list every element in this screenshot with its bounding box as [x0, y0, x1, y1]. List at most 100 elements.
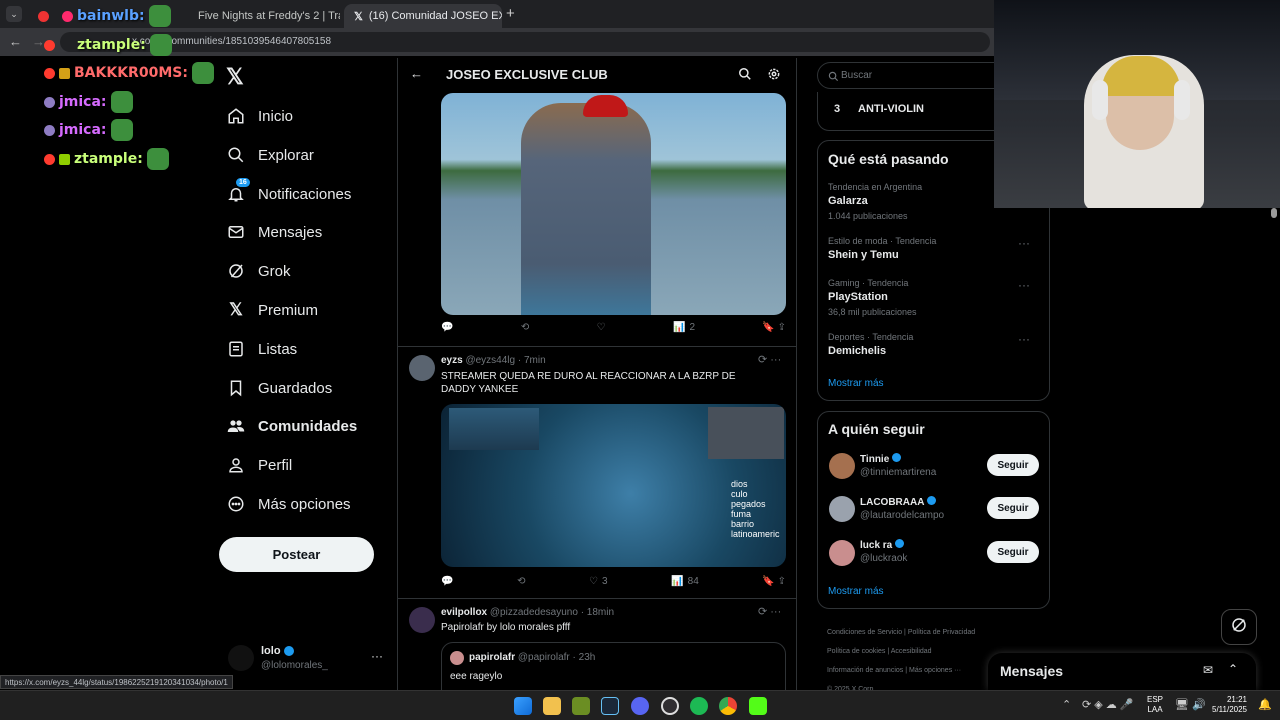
more-icon[interactable]: ···	[371, 649, 383, 663]
fisherman-figure	[521, 103, 651, 315]
nav-guardados[interactable]: Guardados	[226, 373, 332, 403]
verified-icon	[283, 646, 294, 657]
windows-taskbar: ⌃ ⟳ ◈ ☁ 🎤 ESP LAA 🖥 🔊 21:21 5/11/2025 🔔	[0, 690, 1280, 720]
tweet-meta: evilpollox @pizzadedesayuno · 18min	[441, 607, 615, 618]
avatar[interactable]	[829, 540, 855, 566]
follow-button[interactable]: Seguir	[987, 454, 1039, 476]
webcam-inset	[708, 407, 784, 459]
nav-notificaciones[interactable]: 16 Notificaciones	[226, 178, 351, 209]
nav-perfil[interactable]: Perfil	[226, 450, 292, 480]
trend-item[interactable]: Deportes · Tendencia Demichelis ···	[828, 332, 1040, 357]
chat-message: ztample:	[44, 34, 172, 56]
tweet[interactable]: evilpollox @pizzadedesayuno · 18min ⟳ ··…	[398, 599, 796, 690]
notification-icon[interactable]: 🔔	[1258, 698, 1272, 711]
kick-icon[interactable]	[749, 697, 767, 715]
steam-icon[interactable]	[601, 697, 619, 715]
search-icon[interactable]	[738, 67, 752, 86]
nav-explorar[interactable]: Explorar	[226, 140, 314, 170]
chevron-up-icon[interactable]: ⌃	[1062, 698, 1071, 711]
chat-message: jmica:	[44, 119, 133, 141]
chevron-up-icon[interactable]: ⌃	[1228, 662, 1238, 676]
language-indicator[interactable]: ESP LAA	[1147, 695, 1163, 715]
avatar	[228, 645, 254, 671]
post-button[interactable]: Postear	[219, 537, 374, 572]
nav-mensajes[interactable]: Mensajes	[226, 217, 322, 247]
bookmark-icon	[226, 378, 246, 398]
bookmark-icon[interactable]: 🔖 ⇪	[762, 322, 786, 333]
verified-icon	[892, 453, 902, 462]
avatar[interactable]	[829, 453, 855, 479]
more-icon[interactable]: ⟳ ···	[758, 605, 781, 618]
x-logo-icon: 𝕏	[354, 10, 363, 23]
nav-grok[interactable]: Grok	[226, 256, 291, 286]
people-icon	[226, 416, 246, 436]
tweet-video[interactable]: dios culo pegados fuma barrio latinoamer…	[441, 404, 786, 567]
quoted-tweet[interactable]: papirolafr @papirolafr · 23h eee rageylo	[441, 642, 786, 690]
file-explorer-icon[interactable]	[543, 697, 561, 715]
nav-inicio[interactable]: Inicio	[226, 101, 293, 131]
nav-mas-opciones[interactable]: Más opciones	[226, 489, 351, 519]
tweet-text: STREAMER QUEDA RE DURO AL REACCIONAR A L…	[441, 371, 736, 395]
grok-icon	[226, 261, 246, 281]
discord-icon[interactable]	[631, 697, 649, 715]
follow-button[interactable]: Seguir	[987, 497, 1039, 519]
new-tab-button[interactable]: +	[506, 5, 515, 22]
app-icon[interactable]	[572, 697, 590, 715]
show-more-link[interactable]: Mostrar más	[828, 586, 884, 597]
spotify-icon[interactable]	[690, 697, 708, 715]
more-icon[interactable]: ···	[1018, 332, 1030, 346]
bookmark-icon[interactable]: 🔖 ⇪	[762, 576, 786, 587]
trend-item[interactable]: Estilo de moda · Tendencia Shein y Temu …	[828, 236, 1040, 261]
tab-comunidad[interactable]: 𝕏 (16) Comunidad JOSEO EXCLUS ✕	[344, 4, 502, 28]
network-icon[interactable]: 🖥 🔊	[1175, 698, 1206, 711]
like-icon[interactable]: ♡	[597, 322, 606, 333]
tab-fnaf[interactable]: Five Nights at Freddy's 2 | Tráile ✕	[184, 4, 340, 28]
nav-premium[interactable]: 𝕏 Premium	[226, 295, 318, 325]
retweet-icon[interactable]: ⟲	[521, 322, 529, 333]
show-more-link[interactable]: Mostrar más	[828, 378, 884, 389]
back-icon[interactable]: ←	[9, 34, 22, 49]
avatar[interactable]	[409, 355, 435, 381]
grok-float-button[interactable]	[1221, 609, 1257, 645]
like-icon[interactable]: ♡ 3	[589, 576, 608, 587]
retweet-icon[interactable]: ⟲	[517, 576, 525, 587]
views-icon[interactable]: 📊 84	[671, 576, 699, 587]
avatar[interactable]	[409, 607, 435, 633]
tweet[interactable]: eyzs @eyzs44lg · 7min ⟳ ··· STREAMER QUE…	[398, 347, 796, 599]
tab-menu-button[interactable]: ⌄	[6, 6, 22, 22]
tweet-photo[interactable]	[441, 93, 786, 315]
community-feed: ← JOSEO EXCLUSIVE CLUB 💬 ⟲ ♡ 📊 2 🔖 ⇪ eyzs…	[397, 58, 797, 690]
obs-icon[interactable]	[661, 697, 679, 715]
more-icon[interactable]: ⟳ ···	[758, 353, 781, 366]
gear-icon[interactable]	[767, 67, 781, 86]
more-circle-icon	[226, 494, 246, 514]
chrome-icon[interactable]	[719, 697, 737, 715]
messages-drawer[interactable]: Mensajes ✉ ⌃	[988, 653, 1256, 690]
avatar[interactable]	[829, 496, 855, 522]
x-logo-icon: 𝕏	[229, 300, 243, 319]
follow-button[interactable]: Seguir	[987, 541, 1039, 563]
badge-icon	[62, 10, 73, 22]
back-arrow-icon[interactable]: ←	[410, 66, 423, 81]
reply-icon[interactable]: 💬	[441, 576, 453, 587]
more-icon[interactable]: ···	[1018, 236, 1030, 250]
more-icon[interactable]: ···	[1018, 278, 1030, 292]
new-message-icon[interactable]: ✉	[1203, 663, 1213, 677]
nav-comunidades[interactable]: Comunidades	[226, 411, 357, 441]
tweet[interactable]: 💬 ⟲ ♡ 📊 2 🔖 ⇪	[398, 92, 796, 347]
url-field[interactable]: x.com/i/communities/1851039546407805158	[60, 32, 990, 52]
search-icon	[226, 145, 246, 165]
trend-item[interactable]: Gaming · Tendencia PlayStation 36,8 mil …	[828, 278, 1040, 317]
clock[interactable]: 21:21 5/11/2025	[1212, 695, 1247, 715]
scrollbar[interactable]	[1271, 208, 1277, 218]
account-switcher[interactable]: lolo @lolomorales_ ···	[228, 643, 388, 675]
x-logo-icon[interactable]: 𝕏	[226, 64, 244, 90]
tweet-actions: 💬 ⟲ ♡ 📊 2 🔖 ⇪	[441, 322, 786, 333]
tray-icons[interactable]: ⟳ ◈ ☁ 🎤	[1082, 698, 1134, 711]
windows-start-icon[interactable]	[514, 697, 532, 715]
views-icon[interactable]: 📊 2	[673, 322, 695, 333]
chat-message: ztample:	[44, 148, 169, 170]
reply-icon[interactable]: 💬	[441, 322, 453, 333]
mail-icon	[226, 222, 246, 242]
nav-listas[interactable]: Listas	[226, 334, 297, 364]
